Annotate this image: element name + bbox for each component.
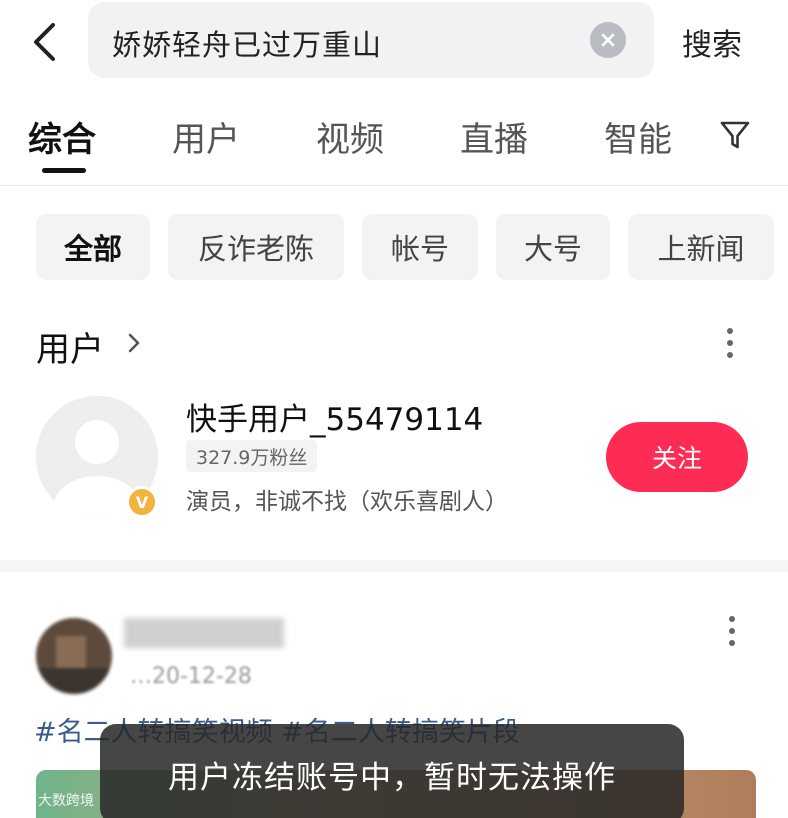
chip-all[interactable]: 全部	[36, 214, 150, 280]
filter-icon[interactable]	[718, 118, 752, 152]
post-author-name-blurred	[124, 618, 284, 648]
tab-videos[interactable]: 视频	[316, 112, 384, 161]
blurred-avatar-image	[36, 618, 112, 694]
user-description: 演员，非诚不找（欢乐喜剧人）	[186, 489, 508, 515]
post-author-avatar[interactable]	[36, 618, 112, 694]
tab-comprehensive[interactable]: 综合	[28, 112, 96, 161]
chip-big-account[interactable]: 大号	[496, 214, 610, 280]
more-vertical-icon[interactable]	[722, 614, 742, 648]
verified-badge-icon: V	[126, 486, 158, 518]
clear-search-button[interactable]	[590, 22, 626, 58]
section-divider	[0, 560, 788, 572]
follow-button[interactable]: 关注	[606, 422, 748, 492]
search-button[interactable]: 搜索	[682, 20, 742, 64]
watermark: 大数跨境	[8, 790, 94, 810]
search-query-text: 娇娇轻舟已过万重山	[112, 28, 383, 62]
chip-news[interactable]: 上新闻	[628, 214, 774, 280]
user-name[interactable]: 快手用户_55479114	[186, 394, 483, 439]
toast-message: 用户冻结账号中，暂时无法操作	[100, 724, 684, 818]
chip-fanzha-laochen[interactable]: 反诈老陈	[168, 214, 344, 280]
category-tabs: 综合 用户 视频 直播 智能	[0, 96, 788, 186]
search-input[interactable]: 娇娇轻舟已过万重山	[88, 2, 654, 78]
watermark-logo-icon	[8, 794, 29, 806]
section-title: 用户	[36, 330, 104, 370]
active-tab-indicator	[42, 168, 86, 173]
post-date: …20-12-28	[130, 664, 252, 689]
chevron-left-icon	[34, 23, 55, 61]
tab-users[interactable]: 用户	[172, 112, 240, 161]
tab-smart[interactable]: 智能	[604, 112, 672, 161]
watermark-text: 大数跨境	[38, 793, 94, 809]
chip-account[interactable]: 帐号	[362, 214, 478, 280]
close-icon	[601, 33, 615, 47]
search-bar: 娇娇轻舟已过万重山 搜索	[0, 0, 788, 90]
user-result-card[interactable]: V 快手用户_55479114 327.9万粉丝 演员，非诚不找（欢乐喜剧人） …	[0, 392, 788, 532]
more-vertical-icon[interactable]	[720, 326, 740, 360]
back-button[interactable]	[24, 20, 64, 64]
tab-live[interactable]: 直播	[460, 112, 528, 161]
user-section-header[interactable]: 用户	[36, 320, 756, 370]
filter-chips: 全部 反诈老陈 帐号 大号 上新闻	[0, 214, 788, 280]
fans-count: 327.9万粉丝	[186, 440, 318, 472]
chevron-right-icon	[128, 333, 140, 353]
